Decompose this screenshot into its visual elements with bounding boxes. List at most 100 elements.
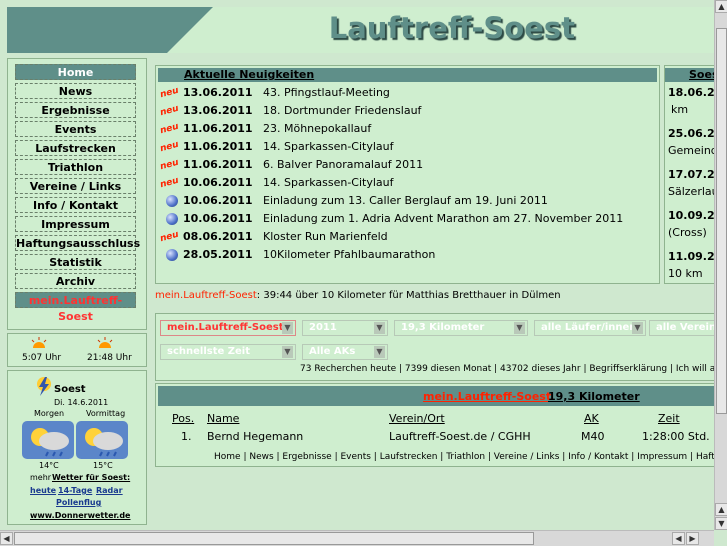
news-title[interactable]: Einladung zum 1. Adria Advent Marathon a… bbox=[263, 212, 623, 225]
news-item[interactable]: neu 11.06.2011 6. Balver Panoramalauf 2011 bbox=[159, 157, 655, 173]
news-panel: Aktuelle Neuigkeiten neu 13.06.2011 43. Pf… bbox=[155, 65, 660, 284]
event-text[interactable]: Sälzerlau bbox=[668, 185, 716, 198]
sunrise-icon bbox=[31, 337, 47, 348]
menu-item-info-kontakt[interactable]: Info / Kontakt bbox=[15, 197, 136, 213]
results-scope-link[interactable]: mein.Lauftreff-Soest bbox=[423, 390, 551, 403]
scroll-up-icon[interactable]: ▲ bbox=[715, 503, 727, 516]
vertical-scrollbar[interactable]: ▲ ▲ ▼ bbox=[714, 0, 727, 530]
chevron-down-icon: ▼ bbox=[632, 322, 643, 334]
globe-icon bbox=[166, 195, 178, 207]
news-item[interactable]: neu 08.06.2011 Kloster Run Marienfeld bbox=[159, 229, 655, 245]
event-date: 25.06.20 bbox=[668, 127, 717, 140]
menu-item-ergebnisse[interactable]: Ergebnisse bbox=[15, 102, 136, 118]
event-text[interactable]: (Cross) bbox=[668, 226, 707, 239]
new-badge-icon: neu bbox=[159, 139, 180, 155]
sunset-icon bbox=[97, 337, 113, 348]
news-heading[interactable]: Aktuelle Neuigkeiten bbox=[184, 68, 314, 81]
menu-item-archiv[interactable]: Archiv bbox=[15, 273, 136, 289]
news-title[interactable]: 10Kilometer Pfahlbaumarathon bbox=[263, 248, 435, 261]
filter-runners-select[interactable]: alle Läufer/innen ▼ bbox=[534, 320, 646, 336]
news-item[interactable]: 28.05.2011 10Kilometer Pfahlbaumarathon bbox=[160, 247, 655, 263]
event-text[interactable]: 10 km bbox=[668, 267, 703, 280]
chevron-down-icon: ▼ bbox=[374, 322, 385, 334]
event-text[interactable]: Gemeind bbox=[668, 144, 716, 157]
weather-widget: Soest Di. 14.6.2011 Morgen Vormittag 14°… bbox=[7, 370, 147, 525]
news-title[interactable]: Kloster Run Marienfeld bbox=[263, 230, 388, 243]
scroll-up-icon[interactable]: ▲ bbox=[715, 0, 727, 13]
weather-forenoon-icon bbox=[76, 421, 128, 459]
menu-item-impressum[interactable]: Impressum bbox=[15, 216, 136, 232]
menu-item-news[interactable]: News bbox=[15, 83, 136, 99]
news-date: 11.06.2011 bbox=[183, 158, 253, 171]
weather-col-vormittag: Vormittag bbox=[86, 409, 126, 418]
news-title[interactable]: 43. Pfingstlauf-Meeting bbox=[263, 86, 390, 99]
scroll-left-icon[interactable]: ◀ bbox=[0, 532, 13, 545]
col-header-ak[interactable]: AK bbox=[584, 412, 599, 425]
filter-ak-select[interactable]: Alle AKs ▼ bbox=[302, 344, 388, 360]
weather-site-link[interactable]: www.Donnerwetter.de bbox=[30, 511, 130, 520]
chevron-down-icon: ▼ bbox=[374, 346, 385, 358]
event-text[interactable]: km bbox=[671, 103, 688, 116]
weather-pollen-link[interactable]: Pollenflug bbox=[56, 498, 101, 507]
scroll-left-icon[interactable]: ◀ bbox=[672, 532, 685, 545]
filter-scope-select[interactable]: mein.Lauftreff-Soest ▼ bbox=[160, 320, 296, 336]
site-title: Lauftreff-Soest bbox=[328, 11, 575, 45]
weather-more-link[interactable]: Wetter für Soest: bbox=[52, 473, 130, 482]
result-verein: Lauftreff-Soest.de / CGHH bbox=[389, 430, 531, 443]
col-header-pos[interactable]: Pos. bbox=[172, 412, 194, 425]
new-badge-icon: neu bbox=[159, 175, 180, 191]
filter-year-select[interactable]: 2011 ▼ bbox=[302, 320, 388, 336]
menu-item-events[interactable]: Events bbox=[15, 121, 136, 137]
news-title[interactable]: 6. Balver Panoramalauf 2011 bbox=[263, 158, 423, 171]
footer-nav[interactable]: Home | News | Ergebnisse | Events | Lauf… bbox=[214, 452, 716, 462]
new-badge-icon: neu bbox=[159, 121, 180, 137]
news-date: 13.06.2011 bbox=[183, 86, 253, 99]
menu-item-vereine-links[interactable]: Vereine / Links bbox=[15, 178, 136, 194]
events-heading[interactable]: Soest bbox=[689, 68, 716, 81]
news-item[interactable]: neu 13.06.2011 18. Dortmunder Friedenslauf bbox=[159, 103, 655, 119]
news-item[interactable]: 10.06.2011 Einladung zum 1. Adria Advent … bbox=[160, 211, 655, 227]
col-header-zeit[interactable]: Zeit bbox=[658, 412, 680, 425]
menu-item-laufstrecken[interactable]: Laufstrecken bbox=[15, 140, 136, 156]
news-item[interactable]: 10.06.2011 Einladung zum 13. Caller Bergl… bbox=[160, 193, 655, 209]
results-distance-link[interactable]: 19,3 Kilometer bbox=[548, 390, 640, 403]
filter-sort-select[interactable]: schnellste Zeit ▼ bbox=[160, 344, 296, 360]
news-date: 11.06.2011 bbox=[183, 122, 253, 135]
main-menu: Home News Ergebnisse Events Laufstrecken… bbox=[7, 58, 147, 330]
news-title[interactable]: Einladung zum 13. Caller Berglauf am 19.… bbox=[263, 194, 548, 207]
mein-lauftreff-link[interactable]: mein.Lauftreff-Soest bbox=[155, 290, 257, 301]
filter-club-select[interactable]: alle Vereine bbox=[649, 320, 716, 336]
menu-item-haftungsausschluss[interactable]: Haftungsausschluss bbox=[15, 235, 140, 251]
news-item[interactable]: neu 11.06.2011 23. Möhnepokallauf bbox=[159, 121, 655, 137]
mein-lauftreff-line: mein.Lauftreff-Soest: 39:44 über 10 Kilo… bbox=[155, 290, 715, 304]
col-header-name[interactable]: Name bbox=[207, 412, 239, 425]
sunset-time: 21:48 Uhr bbox=[87, 353, 132, 363]
col-header-verein[interactable]: Verein/Ort bbox=[389, 412, 445, 425]
weather-date: Di. 14.6.2011 bbox=[54, 398, 109, 407]
menu-item-mein-lauftreff[interactable]: mein.Lauftreff-Soest bbox=[15, 292, 136, 323]
scroll-down-icon[interactable]: ▼ bbox=[715, 517, 727, 530]
scroll-right-icon[interactable]: ▶ bbox=[686, 532, 699, 545]
weather-today-link[interactable]: heute bbox=[30, 486, 56, 495]
news-title[interactable]: 14. Sparkassen-Citylauf bbox=[263, 140, 394, 153]
news-title[interactable]: 23. Möhnepokallauf bbox=[263, 122, 371, 135]
event-date: 10.09.20 bbox=[668, 209, 717, 222]
horizontal-scrollbar[interactable]: ◀ ◀ ▶ bbox=[0, 530, 714, 546]
event-date: 11.09.20 bbox=[668, 250, 717, 263]
news-title[interactable]: 14. Sparkassen-Citylauf bbox=[263, 176, 394, 189]
vertical-scroll-thumb[interactable] bbox=[716, 28, 727, 414]
news-item[interactable]: neu 11.06.2011 14. Sparkassen-Citylauf bbox=[159, 139, 655, 155]
news-item[interactable]: neu 13.06.2011 43. Pfingstlauf-Meeting bbox=[159, 85, 655, 101]
news-item[interactable]: neu 10.06.2011 14. Sparkassen-Citylauf bbox=[159, 175, 655, 191]
weather-radar-link[interactable]: Radar bbox=[96, 486, 123, 495]
new-badge-icon: neu bbox=[159, 103, 180, 119]
horizontal-scroll-thumb[interactable] bbox=[14, 532, 534, 545]
menu-item-triathlon[interactable]: Triathlon bbox=[15, 159, 136, 175]
weather-14days-link[interactable]: 14-Tage bbox=[58, 486, 92, 495]
sunrise-time: 5:07 Uhr bbox=[22, 353, 62, 363]
news-title[interactable]: 18. Dortmunder Friedenslauf bbox=[263, 104, 421, 117]
menu-item-statistik[interactable]: Statistik bbox=[15, 254, 136, 270]
menu-item-home[interactable]: Home bbox=[15, 64, 136, 80]
news-date: 10.06.2011 bbox=[183, 212, 253, 225]
filter-distance-select[interactable]: 19,3 Kilometer ▼ bbox=[394, 320, 528, 336]
